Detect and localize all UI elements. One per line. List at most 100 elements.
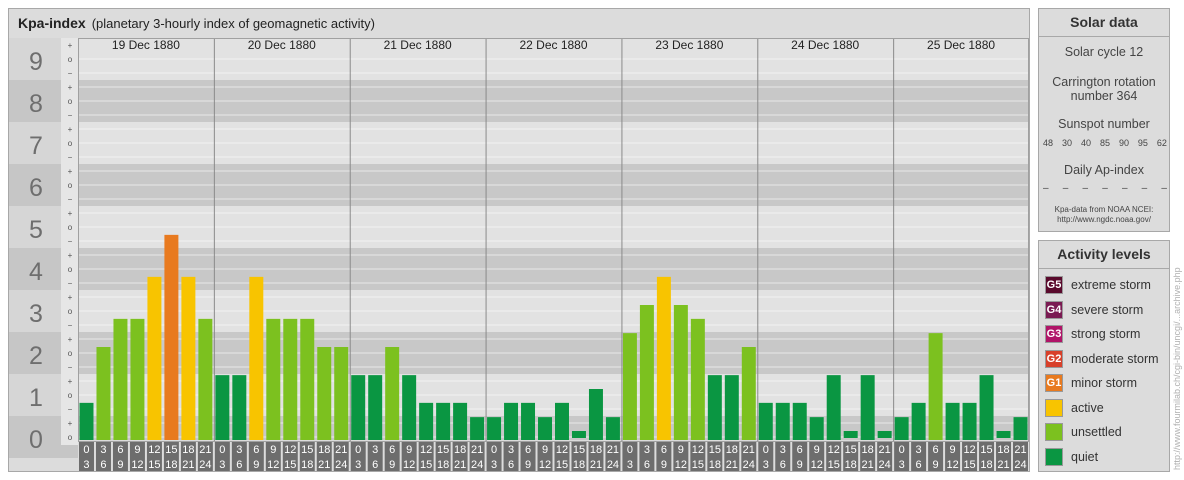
interval-end-label: 18 (301, 459, 313, 471)
interval-start-label: 15 (301, 444, 313, 456)
interval-end-label: 15 (148, 459, 160, 471)
carrington-line2: number 364 (1070, 89, 1138, 103)
interval-start-label: 21 (607, 444, 619, 456)
interval-start-label: 15 (709, 444, 721, 456)
activity-levels-heading: Activity levels (1039, 241, 1169, 269)
interval-start-label: 3 (372, 444, 378, 456)
kp-bar (368, 375, 383, 440)
kp-bar (605, 417, 620, 440)
interval-end-label: 15 (828, 459, 840, 471)
y-subtick-label: o (68, 349, 73, 358)
kp-bar (996, 431, 1011, 438)
interval-start-label: 18 (182, 444, 194, 456)
y-tick-label: 2 (29, 342, 43, 370)
kp-bar (571, 431, 586, 438)
kp-bar (283, 318, 298, 440)
kp-bar (622, 333, 637, 440)
interval-start-label: 9 (814, 444, 820, 456)
interval-end-label: 21 (726, 459, 738, 471)
carrington-line1: Carrington rotation (1052, 75, 1156, 89)
y-tick-label: 0 (29, 426, 43, 454)
kp-bar (521, 402, 536, 440)
y-subtick-label: o (68, 223, 73, 232)
interval-start-label: 0 (491, 444, 497, 456)
kp-bar (300, 318, 315, 440)
interval-end-label: 9 (389, 459, 395, 471)
y-tick-label: 5 (29, 216, 43, 244)
y-tick-label: 1 (29, 384, 43, 412)
interval-start-label: 12 (420, 444, 432, 456)
sunspot-heading: Sunspot number (1058, 117, 1150, 131)
legend-item: quiet (1045, 447, 1098, 467)
interval-end-label: 24 (743, 459, 755, 471)
interval-start-label: 0 (763, 444, 769, 456)
interval-end-label: 12 (267, 459, 279, 471)
kp-bar (266, 318, 281, 440)
interval-end-label: 15 (963, 459, 975, 471)
interval-end-label: 15 (692, 459, 704, 471)
interval-start-label: 18 (862, 444, 874, 456)
day-label: 25 Dec 1880 (927, 38, 995, 52)
day-label: 19 Dec 1880 (112, 38, 180, 52)
legend-label: quiet (1071, 449, 1099, 464)
kp-bar (1013, 417, 1028, 440)
sunspot-value: 30 (1061, 138, 1072, 148)
interval-start-label: 21 (199, 444, 211, 456)
sunspot-values: 48 30 40 85 90 95 62 (1043, 138, 1167, 148)
legend-item: G4 severe storm (1045, 300, 1143, 320)
interval-end-label: 12 (675, 459, 687, 471)
kp-bar (928, 333, 943, 440)
solar-data-panel: Solar data Solar cycle 12 Carrington rot… (1038, 8, 1170, 232)
source-line2[interactable]: http://www.ngdc.noaa.gov/ (1039, 215, 1169, 224)
kp-bar (843, 431, 858, 438)
kp-bar (147, 276, 162, 440)
interval-end-label: 6 (780, 459, 786, 471)
interval-start-label: 0 (83, 444, 89, 456)
ap-values: – – – – – – – (1043, 183, 1167, 194)
y-subtick-label: − (68, 111, 73, 120)
interval-end-label: 6 (916, 459, 922, 471)
kp-bar (198, 318, 213, 440)
kp-bar (504, 402, 519, 440)
sunspot-value: 90 (1118, 138, 1129, 148)
interval-start-label: 6 (797, 444, 803, 456)
chart-subtitle: (planetary 3-hourly index of geomagnetic… (91, 16, 375, 31)
y-subtick-label: + (68, 419, 73, 428)
solar-cycle: Solar cycle 12 (1064, 45, 1144, 59)
interval-end-label: 18 (709, 459, 721, 471)
kp-bar (707, 375, 722, 440)
interval-end-label: 3 (491, 459, 497, 471)
kp-bar (130, 318, 145, 440)
interval-start-label: 21 (471, 444, 483, 456)
interval-end-label: 21 (590, 459, 602, 471)
legend-label: severe storm (1071, 302, 1144, 317)
interval-start-label: 21 (1014, 444, 1026, 456)
interval-end-label: 21 (182, 459, 194, 471)
legend-item: G5 extreme storm (1045, 275, 1151, 295)
legend-label: unsettled (1071, 425, 1122, 439)
y-tick-label: 3 (29, 300, 43, 328)
legend-swatch (1045, 423, 1063, 441)
y-subtick-label: + (68, 335, 73, 344)
interval-end-label: 3 (627, 459, 633, 471)
interval-end-label: 6 (100, 459, 106, 471)
interval-end-label: 12 (946, 459, 958, 471)
interval-start-label: 6 (253, 444, 259, 456)
kp-bar (877, 431, 892, 438)
kp-bar (385, 347, 400, 440)
day-label: 21 Dec 1880 (384, 38, 452, 52)
sunspot-value: 85 (1099, 138, 1110, 148)
kp-bar (775, 402, 790, 440)
interval-start-label: 9 (678, 444, 684, 456)
kp-bar (96, 347, 111, 440)
kp-bar (945, 402, 960, 440)
kp-bar (792, 402, 807, 440)
kpa-chart-panel: 0 o +1 o + − 2 o + − 3 o + − 4 o + − 5 o + − 6 o + − 7 o + − 8 o + − 9 o + − 1… (8, 8, 1030, 472)
interval-end-label: 9 (933, 459, 939, 471)
interval-start-label: 12 (828, 444, 840, 456)
chart-title-text: Kpa-index (18, 15, 86, 31)
sunspot-value: 95 (1137, 138, 1148, 148)
y-subtick-label: + (68, 251, 73, 260)
kp-bar (470, 417, 485, 440)
interval-start-label: 15 (165, 444, 177, 456)
